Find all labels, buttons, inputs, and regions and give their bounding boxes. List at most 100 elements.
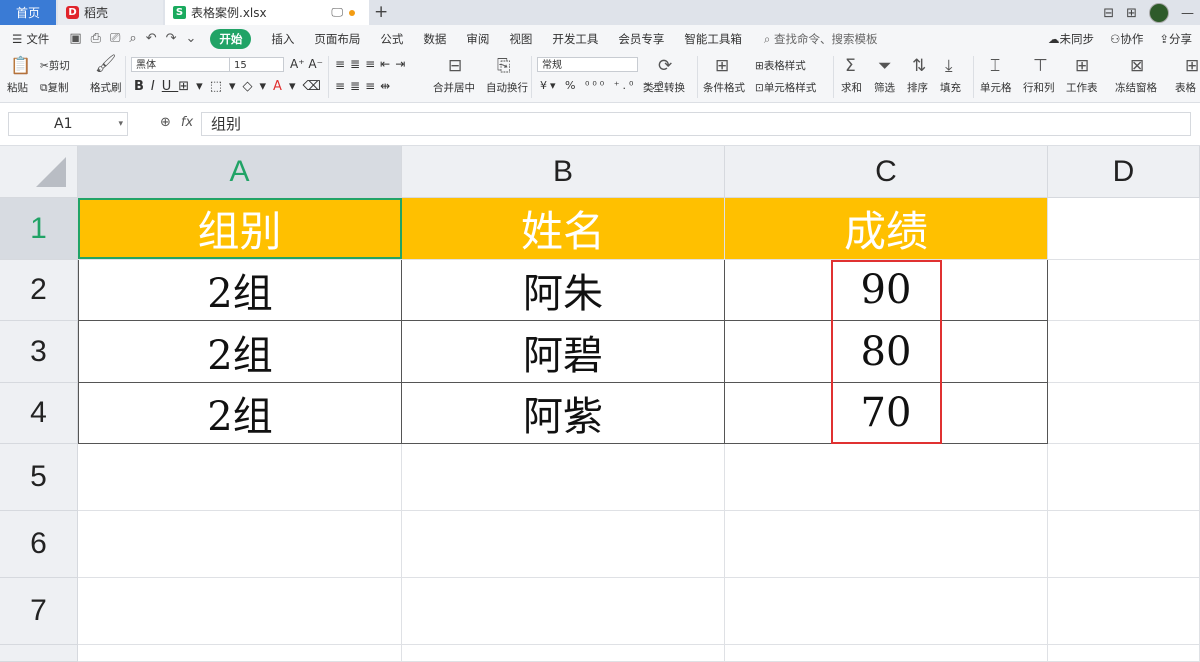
hamburger-icon[interactable]: ☰	[12, 32, 22, 46]
freeze-panes-button[interactable]: 冻结窗格	[1115, 80, 1157, 95]
worksheet-button[interactable]: 工作表	[1066, 80, 1098, 95]
tab-home[interactable]: 首页	[0, 0, 56, 25]
row-header-1[interactable]: 1	[0, 198, 78, 260]
cell-a8[interactable]	[78, 645, 402, 662]
filter-icon[interactable]: ⏷	[878, 56, 892, 76]
fx-icon[interactable]: fx	[181, 115, 193, 130]
row-header-5[interactable]: 5	[0, 444, 78, 511]
cell-button[interactable]: 单元格	[980, 80, 1012, 95]
print-icon[interactable]: ⎚	[110, 31, 120, 46]
cell-b3[interactable]: 阿碧	[402, 321, 725, 383]
zoom-icon[interactable]: ⊕	[160, 115, 171, 130]
menu-file[interactable]: 文件	[26, 31, 49, 47]
formula-input[interactable]: 组别	[201, 112, 1191, 136]
cell-b4[interactable]: 阿紫	[402, 383, 725, 444]
cut-button[interactable]: ✂剪切	[40, 58, 70, 73]
paste-icon[interactable]: 📋	[10, 56, 31, 76]
sort-icon[interactable]: ⇅	[912, 56, 926, 76]
tab-insert[interactable]: 插入	[271, 31, 294, 47]
monitor-icon[interactable]: 🖵	[331, 5, 343, 20]
cell-c4[interactable]: 70	[725, 383, 1048, 444]
cell-icon[interactable]: ⌶	[990, 56, 1000, 76]
merge-center-button[interactable]: 合并居中	[433, 80, 475, 95]
format-painter-button[interactable]: 格式刷	[90, 80, 122, 95]
wrap-text-button[interactable]: 自动换行	[486, 80, 528, 95]
fill-icon[interactable]: ⤓	[945, 56, 953, 76]
cell-b8[interactable]	[402, 645, 725, 662]
share-button[interactable]: ⇪分享	[1159, 31, 1192, 47]
cell-d5[interactable]	[1048, 444, 1200, 511]
cell-a2[interactable]: 2组	[78, 260, 402, 321]
cell-c6[interactable]	[725, 511, 1048, 578]
cell-a5[interactable]	[78, 444, 402, 511]
table-style-button[interactable]: ⊞表格样式	[755, 58, 806, 73]
table-tools-icon[interactable]: ⊞	[1185, 56, 1199, 76]
tab-smart-toolbox[interactable]: 智能工具箱	[684, 31, 742, 47]
column-header-b[interactable]: B	[402, 146, 725, 198]
tab-daoke[interactable]: D 稻壳	[58, 0, 163, 25]
export-pdf-icon[interactable]: ⎙	[91, 31, 101, 46]
print-preview-icon[interactable]: ⌕	[129, 31, 136, 46]
tab-review[interactable]: 审阅	[466, 31, 489, 47]
cell-d2[interactable]	[1048, 260, 1200, 321]
cell-d8[interactable]	[1048, 645, 1200, 662]
cell-c2[interactable]: 90	[725, 260, 1048, 321]
cell-a4[interactable]: 2组	[78, 383, 402, 444]
tab-start[interactable]: 开始	[210, 28, 252, 49]
cell-b2[interactable]: 阿朱	[402, 260, 725, 321]
column-header-c[interactable]: C	[725, 146, 1048, 198]
row-header-2[interactable]: 2	[0, 260, 78, 321]
cell-a6[interactable]	[78, 511, 402, 578]
freeze-icon[interactable]: ⊠	[1130, 56, 1144, 76]
cell-d7[interactable]	[1048, 578, 1200, 645]
filter-button[interactable]: 筛选	[874, 80, 895, 95]
tab-formula[interactable]: 公式	[380, 31, 403, 47]
save-icon[interactable]: ▣	[69, 31, 81, 46]
merge-icon[interactable]: ⊟	[448, 56, 462, 76]
table-tools-button[interactable]: 表格	[1175, 80, 1196, 95]
cell-b7[interactable]	[402, 578, 725, 645]
collaborate-button[interactable]: ⚇协作	[1110, 31, 1143, 47]
undo-icon[interactable]: ↶	[146, 31, 157, 46]
new-tab-icon[interactable]: +	[374, 2, 388, 22]
fill-button[interactable]: 填充	[940, 80, 961, 95]
row-header-6[interactable]: 6	[0, 511, 78, 578]
row-header-7[interactable]: 7	[0, 578, 78, 645]
cell-b1[interactable]: 姓名	[402, 198, 725, 260]
paste-button[interactable]: 粘贴	[7, 80, 28, 95]
cell-c8[interactable]	[725, 645, 1048, 662]
tab-file[interactable]: S 表格案例.xlsx 🖵	[165, 0, 369, 25]
command-search[interactable]: ⌕ 查找命令、搜索模板	[764, 31, 878, 47]
cell-style-button[interactable]: ⊡单元格样式	[755, 80, 816, 95]
tab-view[interactable]: 视图	[509, 31, 532, 47]
cell-c7[interactable]	[725, 578, 1048, 645]
tab-dev-tools[interactable]: 开发工具	[552, 31, 598, 47]
grid-apps-icon[interactable]: ⊞	[1126, 6, 1137, 21]
cell-d3[interactable]	[1048, 321, 1200, 383]
row-header-4[interactable]: 4	[0, 383, 78, 444]
font-size-select[interactable]: 15	[229, 57, 284, 72]
cell-c3[interactable]: 80	[725, 321, 1048, 383]
cell-c1[interactable]: 成绩	[725, 198, 1048, 260]
tab-data[interactable]: 数据	[423, 31, 446, 47]
align-vertical-buttons[interactable]: ≡≣≡⇤⇥	[335, 57, 410, 71]
cell-a7[interactable]	[78, 578, 402, 645]
cell-d6[interactable]	[1048, 511, 1200, 578]
avatar[interactable]	[1149, 3, 1169, 23]
number-format-select[interactable]: 常规	[537, 57, 638, 72]
select-all-corner[interactable]	[0, 146, 78, 198]
font-grow-shrink[interactable]: A⁺ A⁻	[290, 57, 323, 71]
tab-page-layout[interactable]: 页面布局	[314, 31, 360, 47]
cell-a3[interactable]: 2组	[78, 321, 402, 383]
row-header-3[interactable]: 3	[0, 321, 78, 383]
chevron-down-icon[interactable]: ⌄	[186, 31, 197, 46]
conditional-format-button[interactable]: 条件格式	[703, 80, 745, 95]
sum-button[interactable]: 求和	[841, 80, 862, 95]
sync-button[interactable]: ☁未同步	[1048, 31, 1094, 47]
font-name-select[interactable]: 黑体	[131, 57, 230, 72]
column-header-d[interactable]: D	[1048, 146, 1200, 198]
name-box[interactable]: A1 ▾	[8, 112, 128, 136]
copy-button[interactable]: ⧉复制	[40, 80, 69, 95]
cell-b6[interactable]	[402, 511, 725, 578]
sum-icon[interactable]: Σ	[845, 56, 856, 76]
